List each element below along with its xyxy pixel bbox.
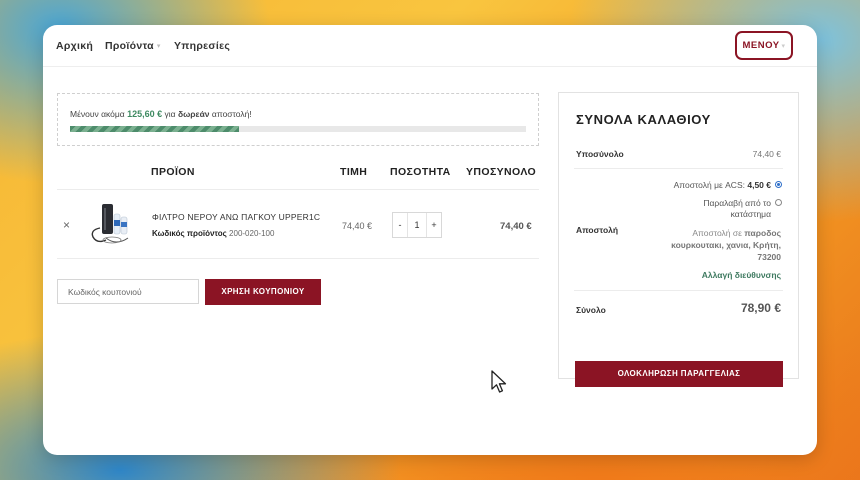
total-label: Σύνολο <box>576 305 606 315</box>
shipping-suffix: αποστολή! <box>211 109 252 119</box>
top-navigation: Αρχική Προϊόντα ▾ Υπηρεσίες ΜΕΝΟΥ ▾ <box>43 25 817 67</box>
col-header-quantity: ΠΟΣΟΤΗΤΑ <box>390 166 451 178</box>
radio-unselected-icon[interactable] <box>775 199 782 206</box>
shipping-option-pickup-line2: κατάστημα <box>730 209 771 219</box>
divider <box>57 258 539 259</box>
nav-services-link[interactable]: Υπηρεσίες <box>174 40 230 52</box>
progress-fill <box>70 126 239 132</box>
col-header-price: ΤΙΜΗ <box>340 166 368 178</box>
checkout-button[interactable]: ΟΛΟΚΛΗΡΩΣΗ ΠΑΡΑΓΓΕΛΙΑΣ <box>575 361 783 387</box>
divider <box>574 290 783 291</box>
product-code-value: 200-020-100 <box>229 229 275 238</box>
shipping-remaining-amount: 125,60 € <box>127 109 163 119</box>
address-prefix: Αποστολή σε <box>692 228 742 238</box>
address-line2: κουρκουτακι, χανια, Κρήτη, <box>671 240 781 250</box>
shipping-label: Αποστολή <box>576 225 619 235</box>
shipping-option-pickup[interactable]: Παραλαβή από το κατάστημα <box>703 198 782 220</box>
cart-totals-title: ΣΥΝΟΛΑ ΚΑΛΑΘΙΟΥ <box>576 112 711 127</box>
menu-button[interactable]: ΜΕΝΟΥ ▾ <box>735 31 793 60</box>
shipping-free-word: δωρεάν <box>177 109 210 119</box>
free-shipping-progress-bar <box>70 126 526 132</box>
free-shipping-text: Μένουν ακόμα 125,60 € για δωρεάν αποστολ… <box>70 109 252 119</box>
chevron-down-icon: ▾ <box>156 43 161 50</box>
product-name-link[interactable]: ΦΙΛΤΡΟ ΝΕΡΟΥ ΑΝΩ ΠΑΓΚΟΥ UPPER1C <box>152 212 320 222</box>
menu-button-label: ΜΕΝΟΥ <box>742 40 780 51</box>
apply-coupon-button[interactable]: ΧΡΗΣΗ ΚΟΥΠΟΝΙΟΥ <box>205 279 321 305</box>
divider <box>574 168 783 169</box>
quantity-decrease-button[interactable]: - <box>393 213 407 237</box>
shipping-middle: για <box>164 109 176 119</box>
product-image[interactable] <box>88 200 136 248</box>
chevron-down-icon: ▾ <box>781 43 786 50</box>
shipping-option-pickup-line1: Παραλαβή από το <box>703 198 771 208</box>
browser-window: Αρχική Προϊόντα ▾ Υπηρεσίες ΜΕΝΟΥ ▾ Μένουν… <box>43 25 817 455</box>
address-line3: 73200 <box>757 252 781 262</box>
col-header-product: ΠΡΟΪΟΝ <box>151 166 195 178</box>
shipping-prefix: Μένουν ακόμα <box>70 109 125 119</box>
free-shipping-notice: Μένουν ακόμα 125,60 € για δωρεάν αποστολ… <box>57 93 539 146</box>
subtotal-value: 74,40 € <box>752 149 781 159</box>
product-code-label: Κωδικός προϊόντος <box>152 229 227 238</box>
address-line1: παροδος <box>744 228 781 238</box>
item-price: 74,40 € <box>342 221 373 231</box>
subtotal-label: Υποσύνολο <box>576 149 624 159</box>
change-address-link[interactable]: Αλλαγή διεύθυνσης <box>702 270 781 280</box>
shipping-option-acs-price: 4,50 € <box>747 180 771 190</box>
divider <box>57 189 539 190</box>
quantity-input[interactable]: 1 <box>407 213 427 237</box>
quantity-stepper: - 1 + <box>392 212 442 238</box>
quantity-increase-button[interactable]: + <box>427 213 441 237</box>
shipping-option-acs-label: Αποστολή με ACS: <box>673 180 745 190</box>
coupon-code-input[interactable] <box>57 279 199 304</box>
total-value: 78,90 € <box>740 301 781 315</box>
remove-item-button[interactable]: × <box>63 218 70 232</box>
cart-totals-panel: ΣΥΝΟΛΑ ΚΑΛΑΘΙΟΥ Υποσύνολο 74,40 € Αποστο… <box>558 92 799 387</box>
nav-products-link[interactable]: Προϊόντα ▾ <box>105 40 161 52</box>
product-code: Κωδικός προϊόντος 200-020-100 <box>152 229 274 238</box>
col-header-subtotal: ΥΠΟΣΥΝΟΛΟ <box>466 166 537 178</box>
item-subtotal: 74,40 € <box>500 221 532 232</box>
nav-products-label: Προϊόντα <box>105 40 154 52</box>
mouse-pointer-icon <box>491 370 507 393</box>
shipping-option-acs[interactable]: Αποστολή με ACS: 4,50 € <box>674 180 782 191</box>
shipping-address: Αποστολή σε παροδος κουρκουτακι, χανια, … <box>661 227 781 263</box>
nav-home-link[interactable]: Αρχική <box>56 40 93 52</box>
radio-selected-icon[interactable] <box>775 181 782 188</box>
